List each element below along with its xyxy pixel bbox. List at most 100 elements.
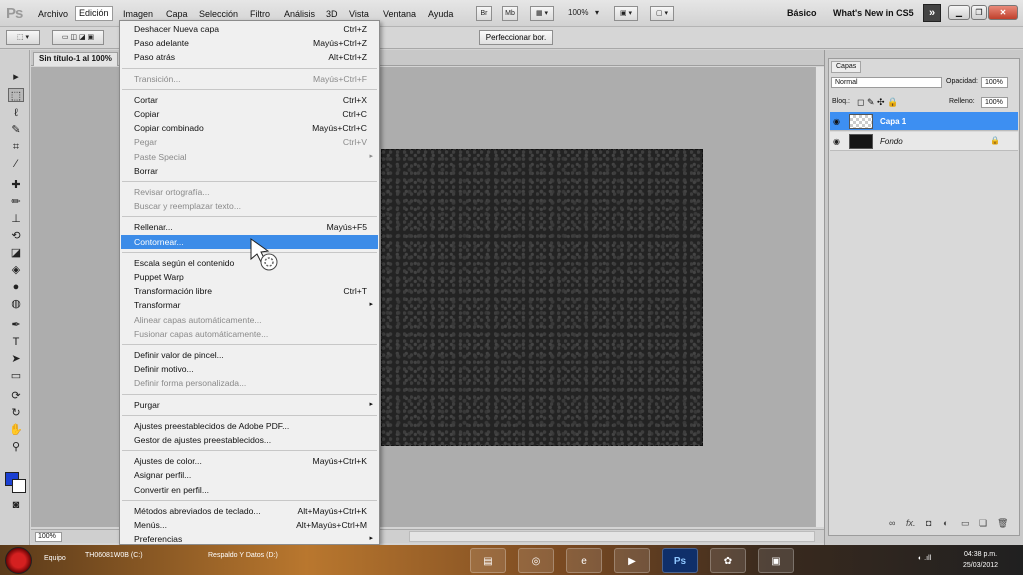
- menu-seleccion[interactable]: Selección: [196, 8, 241, 20]
- taskbar-drive-d[interactable]: Respaldo Y Datos (D:): [208, 552, 278, 559]
- layer-row[interactable]: ◉ Fondo 🔒: [830, 132, 1018, 151]
- adjustment-icon[interactable]: ◐: [943, 518, 948, 528]
- taskbar-media-icon[interactable]: ▶: [614, 548, 650, 573]
- menu-item[interactable]: Paso adelante Mayús+Ctrl+Z: [121, 36, 378, 50]
- blend-mode-select[interactable]: Normal: [831, 77, 942, 88]
- menu-item[interactable]: Ajustes preestablecidos de Adobe PDF...: [121, 419, 378, 433]
- screen-mode-button[interactable]: ▢ ▾: [650, 6, 674, 21]
- menu-item[interactable]: Rellenar... Mayús+F5: [121, 220, 378, 234]
- quick-mask-icon[interactable]: ◙: [8, 498, 24, 512]
- quick-selection-tool-icon[interactable]: ✎: [8, 123, 24, 137]
- menu-item[interactable]: Copiar combinado Mayús+Ctrl+C: [121, 121, 378, 135]
- menu-item[interactable]: Alinear capas automáticamente...: [121, 313, 378, 327]
- menu-item[interactable]: Pegar Ctrl+V: [121, 135, 378, 149]
- 3d-orbit-tool-icon[interactable]: ↻: [8, 406, 24, 420]
- menu-item[interactable]: Copiar Ctrl+C: [121, 107, 378, 121]
- fill-field[interactable]: 100%: [981, 97, 1008, 108]
- fx-icon[interactable]: fx.: [906, 518, 916, 528]
- taskbar-ie-icon[interactable]: e: [566, 548, 602, 573]
- mini-bridge-button[interactable]: Mb: [502, 6, 518, 21]
- menu-item[interactable]: Paso atrás Alt+Ctrl+Z: [121, 50, 378, 64]
- new-layer-icon[interactable]: ❏: [979, 518, 987, 529]
- menu-imagen[interactable]: Imagen: [120, 8, 156, 20]
- refine-edge-button[interactable]: Perfeccionar bor.: [479, 30, 553, 45]
- document-image[interactable]: [381, 149, 703, 446]
- menu-item[interactable]: Transición... Mayús+Ctrl+F: [121, 72, 378, 86]
- menu-item[interactable]: Métodos abreviados de teclado... Alt+Mayú…: [121, 504, 378, 518]
- menu-item[interactable]: Borrar: [121, 164, 378, 178]
- layer-row[interactable]: ◉ Capa 1: [830, 112, 1018, 131]
- menu-item[interactable]: Puppet Warp: [121, 270, 378, 284]
- link-icon[interactable]: ∞: [889, 518, 895, 528]
- layer-name[interactable]: Capa 1: [880, 117, 906, 126]
- crop-tool-icon[interactable]: ⌗: [8, 140, 24, 154]
- menu-edicion[interactable]: Edición: [75, 6, 113, 21]
- dodge-tool-icon[interactable]: ◍: [8, 297, 24, 311]
- taskbar-photoshop-icon[interactable]: Ps: [662, 548, 698, 573]
- taskbar-drive-c[interactable]: TH06081W0B (C:): [85, 552, 143, 559]
- menu-filtro[interactable]: Filtro: [247, 8, 273, 20]
- workspace-whats-new[interactable]: What's New in CS5: [833, 8, 914, 18]
- menu-item[interactable]: Buscar y reemplazar texto...: [121, 199, 378, 213]
- menu-item[interactable]: Transformación libre Ctrl+T: [121, 284, 378, 298]
- shape-tool-icon[interactable]: ▭: [8, 369, 24, 383]
- healing-brush-tool-icon[interactable]: ✚: [8, 178, 24, 192]
- view-extras-button[interactable]: ▦ ▾: [530, 6, 554, 21]
- status-zoom-field[interactable]: 100%: [35, 532, 62, 542]
- clone-stamp-tool-icon[interactable]: ⊥: [8, 212, 24, 226]
- bridge-button[interactable]: Br: [476, 6, 492, 21]
- menu-item[interactable]: Definir forma personalizada...: [121, 376, 378, 390]
- menu-item[interactable]: Fusionar capas automáticamente...: [121, 327, 378, 341]
- eyedropper-tool-icon[interactable]: ⁄: [8, 157, 24, 171]
- menu-item[interactable]: Cortar Ctrl+X: [121, 93, 378, 107]
- taskbar-clock[interactable]: 04:38 p.m. 25/03/2012: [963, 549, 998, 571]
- chevron-down-icon[interactable]: ▾: [595, 8, 599, 17]
- eye-icon[interactable]: ◉: [833, 137, 843, 146]
- move-tool-icon[interactable]: ▸: [8, 70, 24, 84]
- document-tab[interactable]: Sin título-1 al 100%: [33, 52, 118, 66]
- type-tool-icon[interactable]: T: [8, 335, 24, 349]
- menu-item[interactable]: Purgar ▸: [121, 398, 378, 412]
- menu-3d[interactable]: 3D: [323, 8, 341, 20]
- start-button[interactable]: [5, 547, 32, 574]
- menu-analisis[interactable]: Análisis: [281, 8, 318, 20]
- menu-ayuda[interactable]: Ayuda: [425, 8, 456, 20]
- taskbar-app-icon[interactable]: ✿: [710, 548, 746, 573]
- opacity-field[interactable]: 100%: [981, 77, 1008, 88]
- arrange-documents-button[interactable]: ▣ ▾: [614, 6, 638, 21]
- menu-capa[interactable]: Capa: [163, 8, 191, 20]
- menu-item[interactable]: Paste Special ▸: [121, 150, 378, 164]
- menu-item[interactable]: Transformar ▸: [121, 298, 378, 312]
- background-color-swatch[interactable]: [12, 479, 26, 493]
- marquee-tool-icon[interactable]: ⬚: [8, 88, 24, 102]
- taskbar-explorer-icon[interactable]: ▤: [470, 548, 506, 573]
- layers-tab[interactable]: Capas: [831, 61, 862, 73]
- menu-item[interactable]: Menús... Alt+Mayús+Ctrl+M: [121, 518, 378, 532]
- taskbar-image-viewer-icon[interactable]: ▣: [758, 548, 794, 573]
- tray-icons[interactable]: ◐ .ıll: [918, 555, 931, 562]
- restore-icon[interactable]: ❐: [971, 5, 987, 20]
- zoom-level[interactable]: 100%: [568, 8, 588, 17]
- more-workspaces-button[interactable]: »: [923, 4, 941, 22]
- hand-tool-icon[interactable]: ✋: [8, 423, 24, 437]
- zoom-tool-icon[interactable]: ⚲: [8, 440, 24, 454]
- menu-item[interactable]: Ajustes de color... Mayús+Ctrl+K: [121, 454, 378, 468]
- vertical-scrollbar[interactable]: [815, 67, 824, 527]
- menu-vista[interactable]: Vista: [346, 8, 372, 20]
- marquee-preset-picker[interactable]: ⬚ ▾: [6, 30, 40, 45]
- menu-ventana[interactable]: Ventana: [380, 8, 419, 20]
- 3d-rotate-tool-icon[interactable]: ⟳: [8, 389, 24, 403]
- group-icon[interactable]: ▭: [961, 518, 970, 529]
- blur-tool-icon[interactable]: ●: [8, 280, 24, 294]
- brush-tool-icon[interactable]: ✏: [8, 195, 24, 209]
- history-brush-tool-icon[interactable]: ⟲: [8, 229, 24, 243]
- taskbar-chrome-icon[interactable]: ◎: [518, 548, 554, 573]
- workspace-basico[interactable]: Básico: [787, 8, 817, 18]
- menu-item[interactable]: Revisar ortografía...: [121, 185, 378, 199]
- menu-item[interactable]: Definir motivo...: [121, 362, 378, 376]
- menu-item[interactable]: Asignar perfil...: [121, 468, 378, 482]
- layer-name[interactable]: Fondo: [880, 137, 903, 146]
- close-icon[interactable]: ✕: [988, 5, 1018, 20]
- menu-item[interactable]: Deshacer Nueva capa Ctrl+Z: [121, 22, 378, 36]
- mask-icon[interactable]: ◘: [926, 518, 931, 528]
